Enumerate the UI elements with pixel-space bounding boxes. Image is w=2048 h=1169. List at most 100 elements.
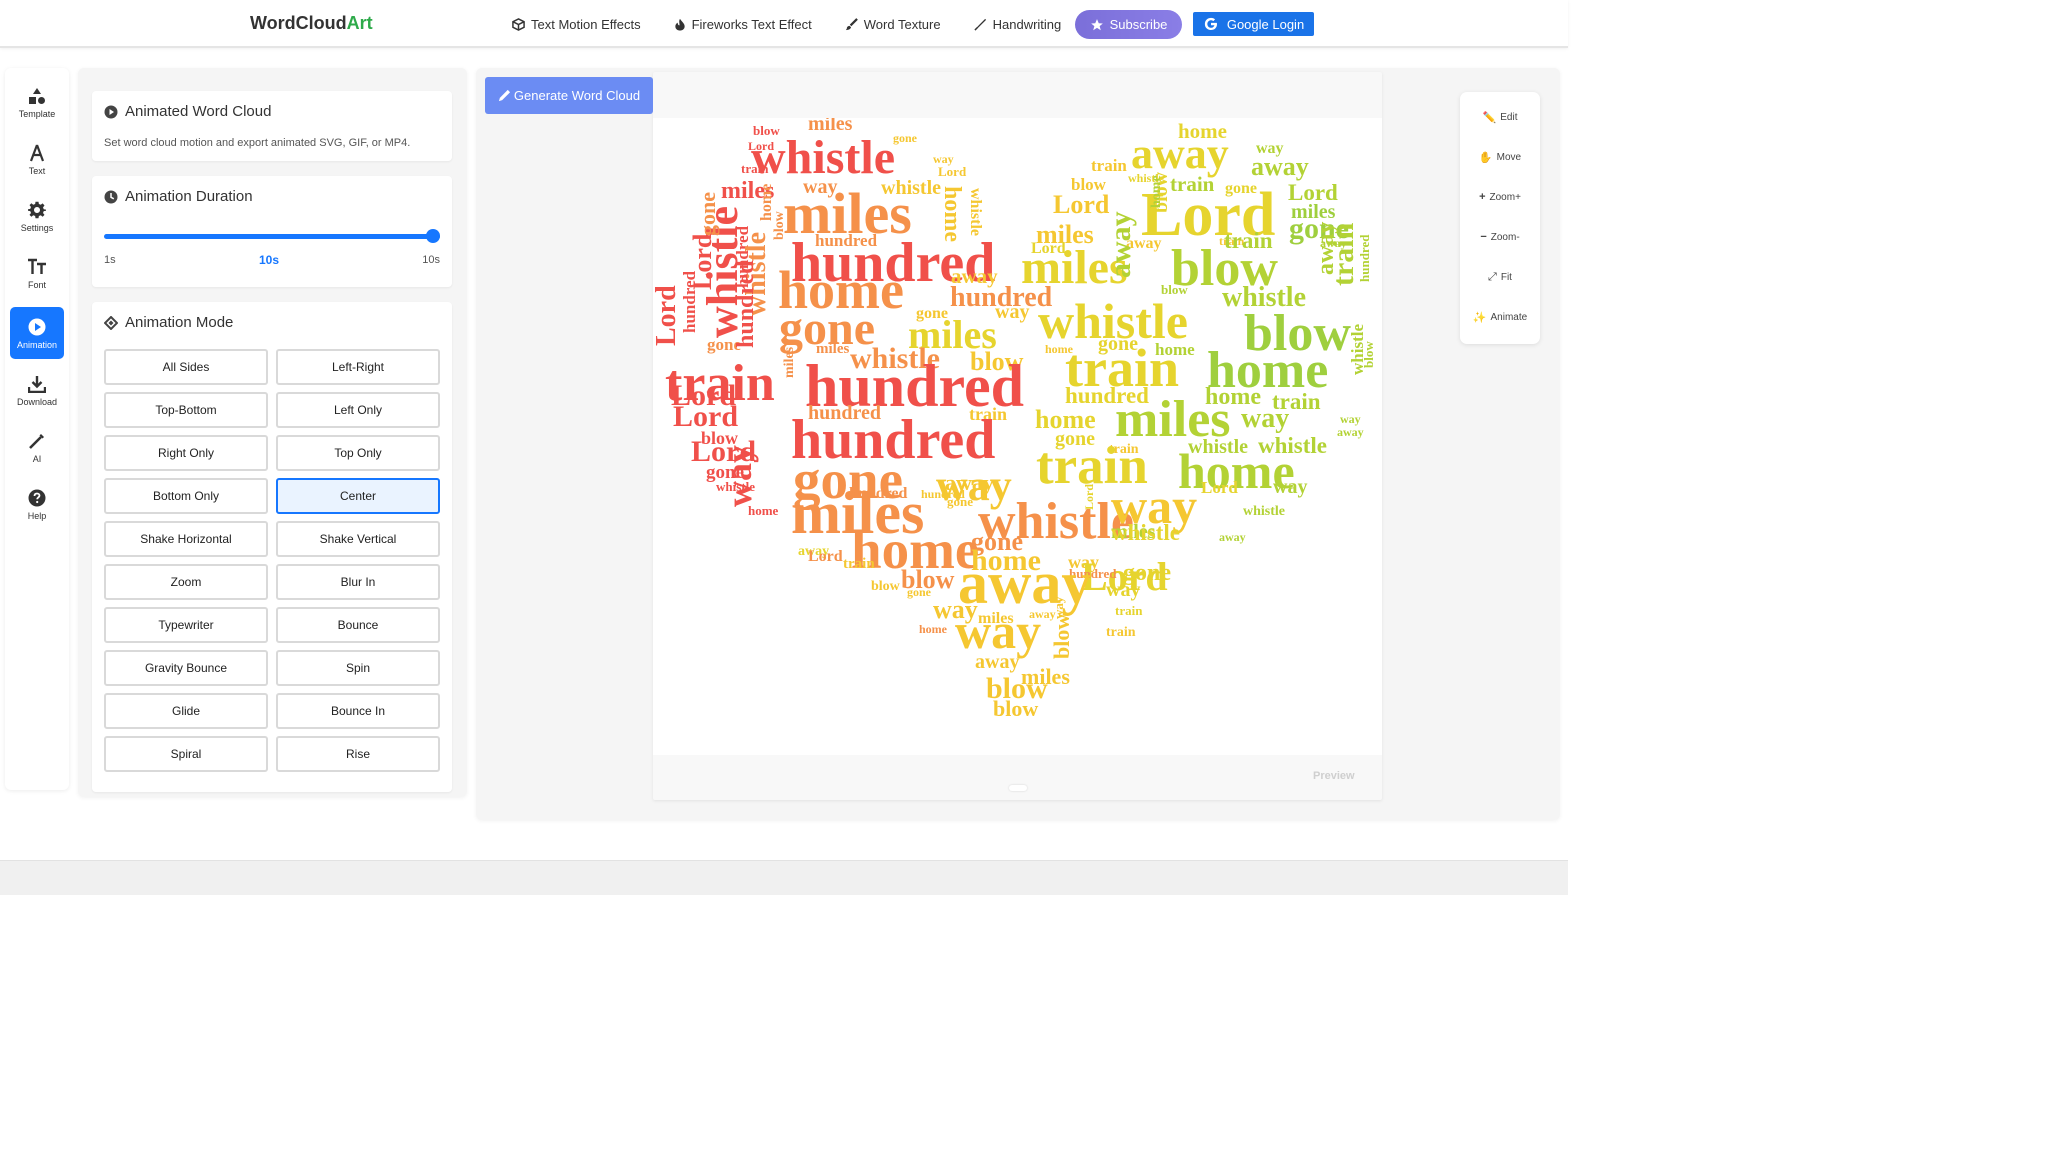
cloud-word: whistle: [1243, 504, 1285, 519]
mode-option-blur-in[interactable]: Blur In: [276, 564, 440, 600]
mode-option-glide[interactable]: Glide: [104, 693, 268, 729]
cloud-word: away: [1251, 152, 1309, 181]
mode-option-bounce[interactable]: Bounce: [276, 607, 440, 643]
rail-item-animation[interactable]: Animation: [10, 307, 64, 359]
footer-strip: [0, 860, 1568, 895]
mode-option-shake-horizontal[interactable]: Shake Horizontal: [104, 521, 268, 557]
google-login-button[interactable]: Google Login: [1193, 12, 1314, 36]
preview-label: Preview: [1313, 770, 1355, 782]
mode-option-zoom[interactable]: Zoom: [104, 564, 268, 600]
mode-option-typewriter[interactable]: Typewriter: [104, 607, 268, 643]
question-circle-icon: [28, 488, 46, 508]
cloud-word: home: [919, 622, 948, 636]
cloud-word: Lord: [938, 164, 967, 179]
brand-logo[interactable]: WordCloudArt: [250, 13, 373, 34]
rail-item-help[interactable]: Help: [10, 478, 64, 530]
cloud-word: way: [1340, 412, 1361, 426]
mode-option-rise[interactable]: Rise: [276, 736, 440, 772]
animated-word-cloud-card: Animated Word Cloud Set word cloud motio…: [92, 91, 452, 161]
mode-option-left-only[interactable]: Left Only: [276, 392, 440, 428]
animation-mode-grid: All Sides Left-Right Top-Bottom Left Only Ri…: [104, 349, 440, 772]
cloud-word: way: [1106, 579, 1140, 601]
cloud-word: Lord: [808, 548, 843, 565]
generate-word-cloud-button[interactable]: Generate Word Cloud: [485, 77, 653, 114]
edit-tool-button[interactable]: ✏️ Edit: [1460, 107, 1540, 127]
mode-option-spiral[interactable]: Spiral: [104, 736, 268, 772]
star-icon: [1090, 18, 1103, 30]
mode-option-shake-vertical[interactable]: Shake Vertical: [276, 521, 440, 557]
zoom-in-button[interactable]: + Zoom+: [1460, 187, 1540, 207]
mode-option-gravity-bounce[interactable]: Gravity Bounce: [104, 650, 268, 686]
zoom-out-button[interactable]: − Zoom-: [1460, 227, 1540, 247]
clock-icon: [104, 190, 118, 203]
cloud-word: Lord: [1082, 484, 1096, 510]
mode-option-bounce-in[interactable]: Bounce In: [276, 693, 440, 729]
pencil-icon: ✏️: [1482, 111, 1497, 124]
cube-icon: [512, 17, 525, 31]
rail-item-text[interactable]: Text: [10, 133, 64, 185]
mode-option-left-right[interactable]: Left-Right: [276, 349, 440, 385]
cloud-word: Lord: [1053, 190, 1110, 219]
cloud-word: train: [741, 161, 769, 176]
fit-button[interactable]: ⤢ Fit: [1460, 267, 1540, 287]
card-description: Set word cloud motion and export animate…: [104, 137, 411, 149]
cloud-word: away: [1219, 530, 1246, 544]
nav-text-motion-effects[interactable]: Text Motion Effects: [512, 10, 641, 38]
canvas-tool-palette: ✏️ Edit ✋ Move + Zoom+ − Zoom- ⤢ Fit ✨ Animate: [1460, 92, 1540, 344]
google-icon: [1204, 17, 1217, 30]
rail-item-settings[interactable]: Settings: [10, 190, 64, 242]
cloud-word: way: [719, 445, 759, 507]
card-title: Animation Duration: [125, 188, 253, 205]
brush-icon: [845, 17, 858, 30]
cloud-word: blow: [1049, 614, 1074, 659]
mode-option-bottom-only[interactable]: Bottom Only: [104, 478, 268, 514]
slider-max-label: 10s: [422, 254, 440, 266]
animate-button[interactable]: ✨ Animate: [1460, 307, 1540, 327]
cloud-word: hundred: [733, 260, 759, 348]
cloud-word: gone: [893, 131, 918, 145]
cloud-word: way: [995, 301, 1029, 323]
cloud-word: away: [1104, 211, 1137, 278]
mode-option-all-sides[interactable]: All Sides: [104, 349, 268, 385]
cloud-word: way: [1241, 403, 1289, 434]
minus-icon: −: [1480, 231, 1487, 243]
top-navbar: WordCloudArt Text Motion Effects Firewor…: [0, 0, 1568, 48]
mode-option-top-only[interactable]: Top Only: [276, 435, 440, 471]
duration-slider-track[interactable]: [104, 234, 440, 239]
cloud-word: blow: [772, 210, 787, 240]
canvas-resize-handle[interactable]: [1009, 785, 1027, 791]
cloud-word: gone: [907, 585, 932, 599]
cloud-word: gone: [695, 192, 720, 236]
duration-slider-thumb[interactable]: [426, 229, 440, 243]
animation-settings-panel: Animated Word Cloud Set word cloud motio…: [78, 68, 467, 797]
nav-word-texture[interactable]: Word Texture: [845, 10, 941, 38]
cloud-word: whistle: [967, 188, 984, 236]
word-cloud-canvas[interactable]: miles blow gone Lord whistle way train Lord mile…: [653, 118, 1382, 755]
mode-option-top-bottom[interactable]: Top-Bottom: [104, 392, 268, 428]
cloud-word: hundred: [1357, 234, 1372, 282]
rail-item-ai[interactable]: AI: [10, 421, 64, 473]
cloud-word: whistle: [1348, 324, 1367, 375]
slider-value-label: 10s: [259, 253, 280, 267]
mode-option-right-only[interactable]: Right Only: [104, 435, 268, 471]
rail-item-font[interactable]: Font: [10, 247, 64, 299]
animation-duration-card: Animation Duration 1s 10s 10s: [92, 176, 452, 287]
nav-fireworks-text-effect[interactable]: Fireworks Text Effect: [674, 10, 812, 38]
shapes-icon: [28, 86, 46, 106]
cloud-word: Lord: [1201, 478, 1238, 497]
rail-item-template[interactable]: Template: [10, 76, 64, 128]
gear-icon: [28, 200, 46, 220]
pen-icon: [974, 18, 986, 31]
pencil-icon: [498, 89, 510, 102]
mode-option-spin[interactable]: Spin: [276, 650, 440, 686]
download-icon: [28, 374, 46, 394]
mode-option-center[interactable]: Center: [276, 478, 440, 514]
play-circle-icon: [104, 105, 118, 118]
cloud-word: miles: [782, 346, 797, 378]
nav-handwriting[interactable]: Handwriting: [974, 10, 1061, 38]
subscribe-button[interactable]: Subscribe: [1075, 10, 1182, 39]
cloud-word: train: [843, 556, 875, 572]
move-tool-button[interactable]: ✋ Move: [1460, 147, 1540, 167]
rail-item-download[interactable]: Download: [10, 364, 64, 416]
play-circle-icon: [28, 317, 46, 337]
